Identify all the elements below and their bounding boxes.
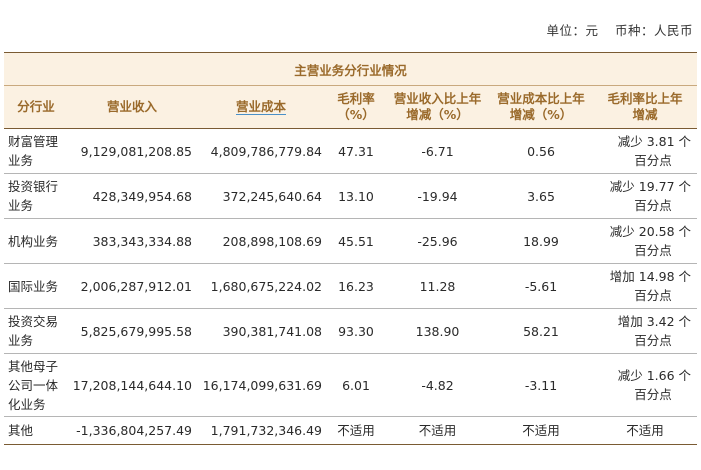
margin-change-line1: 增加 3.42 个 bbox=[617, 314, 691, 329]
header-revenue-change: 营业收入比上年 增减（%） bbox=[386, 85, 489, 129]
margin-change-cell: 减少 20.58 个百分点 bbox=[593, 218, 697, 264]
table-row: 其他 -1,336,804,257.49 1,791,732,346.49 不适… bbox=[4, 416, 697, 445]
revenue-change-cell: -4.82 bbox=[386, 353, 489, 417]
margin-change-cell: 不适用 bbox=[593, 416, 697, 445]
cost-cell: 390,381,741.08 bbox=[196, 308, 326, 354]
cost-change-cell: 不适用 bbox=[489, 416, 593, 445]
margin-change-line2: 百分点 bbox=[634, 387, 672, 402]
unit-label: 单位：元 bbox=[546, 23, 599, 38]
margin-change-cell: 减少 3.81 个百分点 bbox=[593, 128, 697, 174]
margin-cell: 6.01 bbox=[326, 353, 386, 417]
cost-cell: 372,245,640.64 bbox=[196, 173, 326, 219]
unit-currency-note: 单位：元 币种：人民币 bbox=[534, 20, 693, 39]
header-cost-change: 营业成本比上年 增减（%） bbox=[489, 85, 593, 129]
margin-change-line1: 增加 14.98 个 bbox=[609, 269, 691, 284]
revenue-change-cell: 11.28 bbox=[386, 263, 489, 309]
margin-change-line2: 百分点 bbox=[634, 198, 672, 213]
header-revenue: 营业收入 bbox=[68, 85, 196, 129]
cost-change-cell: 3.65 bbox=[489, 173, 593, 219]
revenue-cell: 428,349,954.68 bbox=[68, 173, 196, 219]
margin-change-line2: 百分点 bbox=[634, 333, 672, 348]
revenue-change-cell: 不适用 bbox=[386, 416, 489, 445]
margin-change-cell: 减少 19.77 个百分点 bbox=[593, 173, 697, 219]
margin-change-line1: 减少 19.77 个 bbox=[609, 179, 691, 194]
header-cost-label: 营业成本 bbox=[235, 99, 286, 115]
table-row: 投资银行 业务 428,349,954.68 372,245,640.64 13… bbox=[4, 173, 697, 219]
revenue-cell: -1,336,804,257.49 bbox=[68, 416, 196, 445]
cost-cell: 1,680,675,224.02 bbox=[196, 263, 326, 309]
cost-change-cell: -3.11 bbox=[489, 353, 593, 417]
margin-change-cell: 增加 3.42 个百分点 bbox=[593, 308, 697, 354]
table-row: 国际业务 2,006,287,912.01 1,680,675,224.02 1… bbox=[4, 263, 697, 309]
business-segment-table: 主营业务分行业情况 分行业 营业收入 营业成本 毛利率 （%） 营业收入比上年 … bbox=[4, 52, 697, 445]
margin-change-line2: 百分点 bbox=[634, 153, 672, 168]
cost-change-cell: 0.56 bbox=[489, 128, 593, 174]
revenue-change-cell: -19.94 bbox=[386, 173, 489, 219]
margin-change-line2: 百分点 bbox=[634, 288, 672, 303]
segment-cell: 投资交易 业务 bbox=[4, 308, 68, 354]
margin-cell: 47.31 bbox=[326, 128, 386, 174]
margin-cell: 93.30 bbox=[326, 308, 386, 354]
cost-change-cell: -5.61 bbox=[489, 263, 593, 309]
revenue-cell: 383,343,334.88 bbox=[68, 218, 196, 264]
table-caption: 主营业务分行业情况 bbox=[4, 52, 697, 86]
margin-change-line1: 减少 3.81 个 bbox=[617, 134, 691, 149]
cost-change-cell: 58.21 bbox=[489, 308, 593, 354]
table-header-row: 分行业 营业收入 营业成本 毛利率 （%） 营业收入比上年 增减（%） 营业成本… bbox=[4, 85, 697, 129]
cost-cell: 16,174,099,631.69 bbox=[196, 353, 326, 417]
currency-label: 币种：人民币 bbox=[614, 23, 693, 38]
revenue-cell: 5,825,679,995.58 bbox=[68, 308, 196, 354]
revenue-change-cell: -25.96 bbox=[386, 218, 489, 264]
margin-cell: 45.51 bbox=[326, 218, 386, 264]
header-margin-change: 毛利率比上年 增减 bbox=[593, 85, 697, 129]
table-row: 财富管理 业务 9,129,081,208.85 4,809,786,779.8… bbox=[4, 128, 697, 174]
segment-cell: 财富管理 业务 bbox=[4, 128, 68, 174]
segment-cell: 投资银行 业务 bbox=[4, 173, 68, 219]
margin-change-cell: 增加 14.98 个百分点 bbox=[593, 263, 697, 309]
margin-cell: 不适用 bbox=[326, 416, 386, 445]
revenue-change-cell: 138.90 bbox=[386, 308, 489, 354]
cost-cell: 208,898,108.69 bbox=[196, 218, 326, 264]
cost-cell: 4,809,786,779.84 bbox=[196, 128, 326, 174]
revenue-cell: 17,208,144,644.10 bbox=[68, 353, 196, 417]
table-row: 其他母子 公司一体 化业务 17,208,144,644.10 16,174,0… bbox=[4, 353, 697, 417]
header-segment: 分行业 bbox=[4, 85, 68, 129]
header-margin: 毛利率 （%） bbox=[326, 85, 386, 129]
cost-change-cell: 18.99 bbox=[489, 218, 593, 264]
table-row: 机构业务 383,343,334.88 208,898,108.69 45.51… bbox=[4, 218, 697, 264]
margin-change-cell: 减少 1.66 个百分点 bbox=[593, 353, 697, 417]
table-row: 投资交易 业务 5,825,679,995.58 390,381,741.08 … bbox=[4, 308, 697, 354]
margin-cell: 16.23 bbox=[326, 263, 386, 309]
segment-cell: 其他母子 公司一体 化业务 bbox=[4, 353, 68, 417]
segment-cell: 国际业务 bbox=[4, 263, 68, 309]
margin-change-line2: 百分点 bbox=[634, 243, 672, 258]
segment-cell: 机构业务 bbox=[4, 218, 68, 264]
margin-change-line1: 减少 20.58 个 bbox=[609, 224, 691, 239]
margin-change-line1: 减少 1.66 个 bbox=[617, 368, 691, 383]
segment-cell: 其他 bbox=[4, 416, 68, 445]
revenue-cell: 2,006,287,912.01 bbox=[68, 263, 196, 309]
cost-cell: 1,791,732,346.49 bbox=[196, 416, 326, 445]
revenue-change-cell: -6.71 bbox=[386, 128, 489, 174]
header-cost: 营业成本 bbox=[196, 85, 326, 129]
revenue-cell: 9,129,081,208.85 bbox=[68, 128, 196, 174]
margin-cell: 13.10 bbox=[326, 173, 386, 219]
